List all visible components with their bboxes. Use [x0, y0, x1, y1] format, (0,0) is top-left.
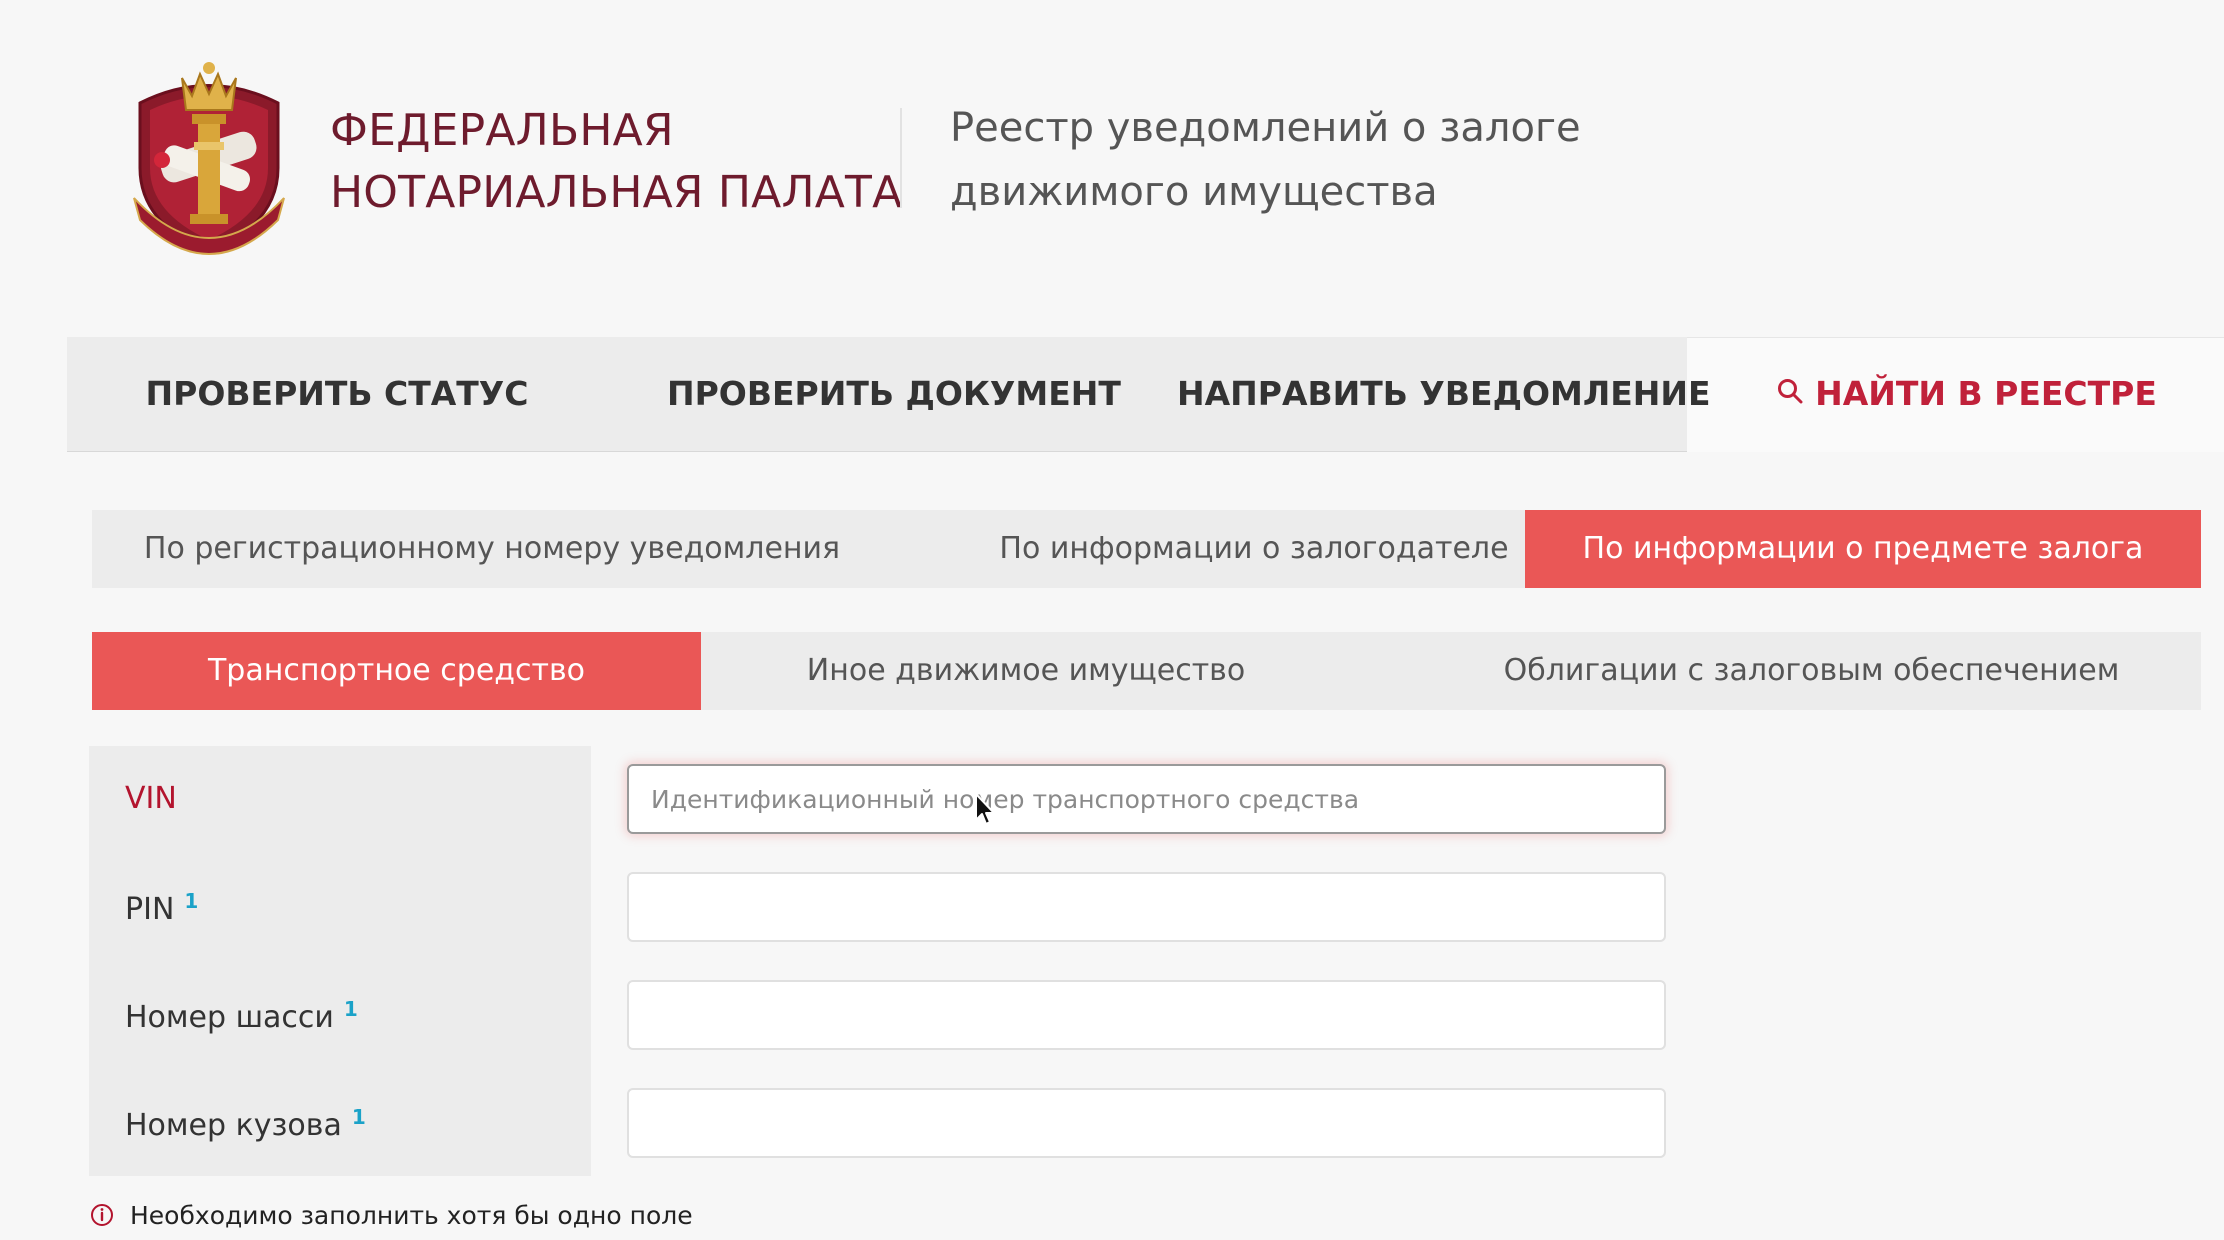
body-number-label-text: Номер кузова — [125, 1108, 342, 1143]
chassis-footnote-marker[interactable]: 1 — [344, 997, 358, 1021]
pin-label-text: PIN — [125, 892, 175, 927]
nav-check-status[interactable]: ПРОВЕРИТЬ СТАТУС — [127, 337, 547, 451]
validation-notice: Необходимо заполнить хотя бы одно поле — [90, 1198, 693, 1232]
tab-by-pledgor-info-label: По информации о залогодателе — [999, 531, 1509, 566]
registry-title-line2: движимого имущества — [950, 169, 1438, 215]
organization-name-line1: ФЕДЕРАЛЬНАЯ — [330, 105, 674, 156]
search-method-tabs: По регистрационному номеру уведомления П… — [92, 510, 2201, 588]
pin-footnote-marker[interactable]: 1 — [184, 889, 198, 913]
chassis-number-label-text: Номер шасси — [125, 1000, 334, 1035]
vin-label-text: VIN — [125, 781, 177, 816]
nav-send-notification-label: НАПРАВИТЬ УВЕДОМЛЕНИЕ — [1177, 374, 1711, 413]
validation-notice-text: Необходимо заполнить хотя бы одно поле — [130, 1200, 693, 1230]
info-circle-icon — [90, 1203, 114, 1227]
body-number-label: Номер кузова 1 — [125, 1105, 366, 1143]
subject-type-tabs: Транспортное средство Иное движимое имущ… — [92, 632, 2201, 710]
nav-check-document[interactable]: ПРОВЕРИТЬ ДОКУМЕНТ — [667, 337, 1121, 451]
body-number-input[interactable] — [627, 1088, 1666, 1158]
tab-other-movable-property[interactable]: Иное движимое имущество — [701, 632, 1351, 710]
main-navigation: ПРОВЕРИТЬ СТАТУС ПРОВЕРИТЬ ДОКУМЕНТ НАПР… — [67, 337, 2224, 452]
nav-check-document-label: ПРОВЕРИТЬ ДОКУМЕНТ — [667, 374, 1121, 413]
chassis-number-input[interactable] — [627, 980, 1666, 1050]
tab-secured-bonds[interactable]: Облигации с залоговым обеспечением — [1422, 632, 2201, 710]
organization-name[interactable]: ФЕДЕРАЛЬНАЯ НОТАРИАЛЬНАЯ ПАЛАТА — [330, 100, 903, 224]
notary-chamber-emblem-logo — [120, 48, 298, 268]
nav-send-notification[interactable]: НАПРАВИТЬ УВЕДОМЛЕНИЕ — [1177, 337, 1711, 451]
mouse-pointer-icon — [974, 792, 996, 826]
tab-by-registration-number[interactable]: По регистрационному номеру уведомления — [92, 510, 892, 588]
tab-by-pledgor-info[interactable]: По информации о залогодателе — [892, 510, 1616, 588]
tab-vehicle-label: Транспортное средство — [207, 653, 586, 688]
nav-check-status-label: ПРОВЕРИТЬ СТАТУС — [145, 374, 529, 413]
pin-label: PIN 1 — [125, 889, 198, 927]
tab-other-movable-property-label: Иное движимое имущество — [806, 653, 1246, 688]
nav-search-registry-label: НАЙТИ В РЕЕСТРЕ — [1815, 374, 2157, 413]
tab-by-registration-number-label: По регистрационному номеру уведомления — [143, 531, 841, 566]
tab-by-pledge-subject-info[interactable]: По информации о предмете залога — [1525, 510, 2201, 588]
registry-title-line1: Реестр уведомлений о залоге — [950, 105, 1581, 151]
body-footnote-marker[interactable]: 1 — [352, 1105, 366, 1129]
organization-name-line2: НОТАРИАЛЬНАЯ ПАЛАТА — [330, 167, 903, 218]
search-icon — [1777, 336, 1803, 450]
vin-label: VIN — [125, 781, 177, 816]
nav-search-registry[interactable]: НАЙТИ В РЕЕСТРЕ — [1727, 337, 2207, 451]
chassis-number-label: Номер шасси 1 — [125, 997, 358, 1035]
vin-input[interactable] — [627, 764, 1666, 834]
registry-title: Реестр уведомлений о залоге движимого им… — [950, 96, 1750, 224]
header-divider — [900, 108, 902, 208]
tab-by-pledge-subject-info-label: По информации о предмете залога — [1582, 531, 2144, 566]
pin-input[interactable] — [627, 872, 1666, 942]
tab-secured-bonds-label: Облигации с залоговым обеспечением — [1503, 653, 2120, 688]
tab-vehicle[interactable]: Транспортное средство — [92, 632, 701, 710]
